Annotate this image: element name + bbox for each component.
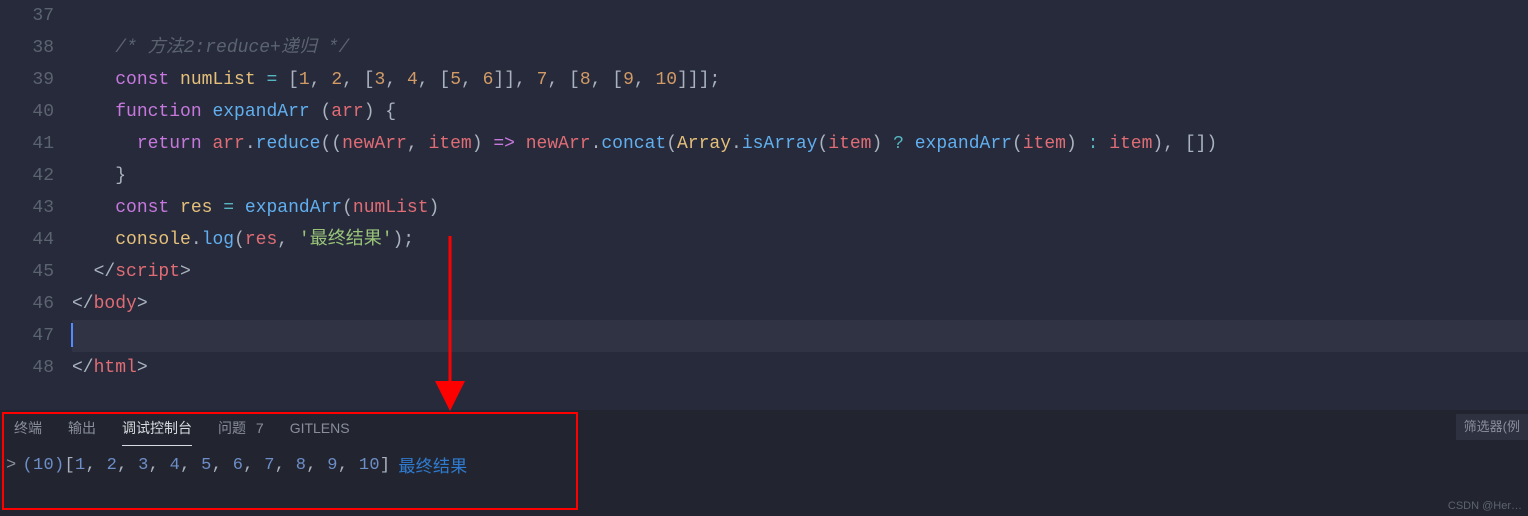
code-line[interactable]: return arr.reduce((newArr, item) => newA… [72, 128, 1528, 160]
line-number: 44 [0, 224, 54, 256]
code-area[interactable]: /* 方法2:reduce+递归 */ const numList = [1, … [72, 0, 1528, 410]
tab-terminal[interactable]: 终端 [14, 410, 42, 446]
code-line[interactable]: /* 方法2:reduce+递归 */ [72, 32, 1528, 64]
array-length: (10) [23, 456, 65, 475]
line-number: 45 [0, 256, 54, 288]
problems-count-badge: 7 [256, 420, 264, 436]
console-output-row[interactable]: > (10) [ 1, 2, 3, 4, 5, 6, 7, 8, 9, 10 ]… [0, 446, 1528, 478]
tab-problems[interactable]: 问题 7 [218, 410, 264, 446]
tab-problems-label: 问题 [218, 420, 246, 436]
code-line[interactable]: console.log(res, '最终结果'); [72, 224, 1528, 256]
code-line[interactable]: function expandArr (arr) { [72, 96, 1528, 128]
line-number: 42 [0, 160, 54, 192]
array-open-bracket: [ [65, 456, 76, 475]
filter-input[interactable]: 筛选器(例 [1456, 414, 1528, 440]
code-editor[interactable]: 373839404142434445464748 /* 方法2:reduce+递… [0, 0, 1528, 410]
console-result-label: 最终结果 [398, 452, 467, 478]
line-number: 39 [0, 64, 54, 96]
line-number: 41 [0, 128, 54, 160]
line-number: 48 [0, 352, 54, 384]
code-line[interactable]: </html> [72, 352, 1528, 384]
line-number: 43 [0, 192, 54, 224]
line-number-gutter: 373839404142434445464748 [0, 0, 72, 410]
code-line[interactable]: const res = expandArr(numList) [72, 192, 1528, 224]
text-cursor [71, 323, 73, 347]
code-line[interactable] [72, 0, 1528, 32]
code-line[interactable]: } [72, 160, 1528, 192]
line-number: 40 [0, 96, 54, 128]
line-number: 38 [0, 32, 54, 64]
array-values: 1, 2, 3, 4, 5, 6, 7, 8, 9, 10 [75, 456, 380, 475]
watermark: CSDN @Her… [1448, 500, 1522, 512]
line-number: 46 [0, 288, 54, 320]
line-number: 47 [0, 320, 54, 352]
tab-output[interactable]: 输出 [68, 410, 96, 446]
code-line[interactable]: const numList = [1, 2, [3, 4, [5, 6]], 7… [72, 64, 1528, 96]
chevron-right-icon: > [6, 456, 17, 475]
code-line[interactable]: </body> [72, 288, 1528, 320]
code-line[interactable] [72, 320, 1528, 352]
line-number: 37 [0, 0, 54, 32]
code-line[interactable]: </script> [72, 256, 1528, 288]
tab-debug-console[interactable]: 调试控制台 [122, 410, 192, 446]
tab-gitlens[interactable]: GITLENS [290, 410, 350, 446]
bottom-panel: 终端 输出 调试控制台 问题 7 GITLENS 筛选器(例 > (10) [ … [0, 410, 1528, 516]
array-close-bracket: ] [380, 456, 391, 475]
panel-tabs: 终端 输出 调试控制台 问题 7 GITLENS [0, 410, 1528, 446]
